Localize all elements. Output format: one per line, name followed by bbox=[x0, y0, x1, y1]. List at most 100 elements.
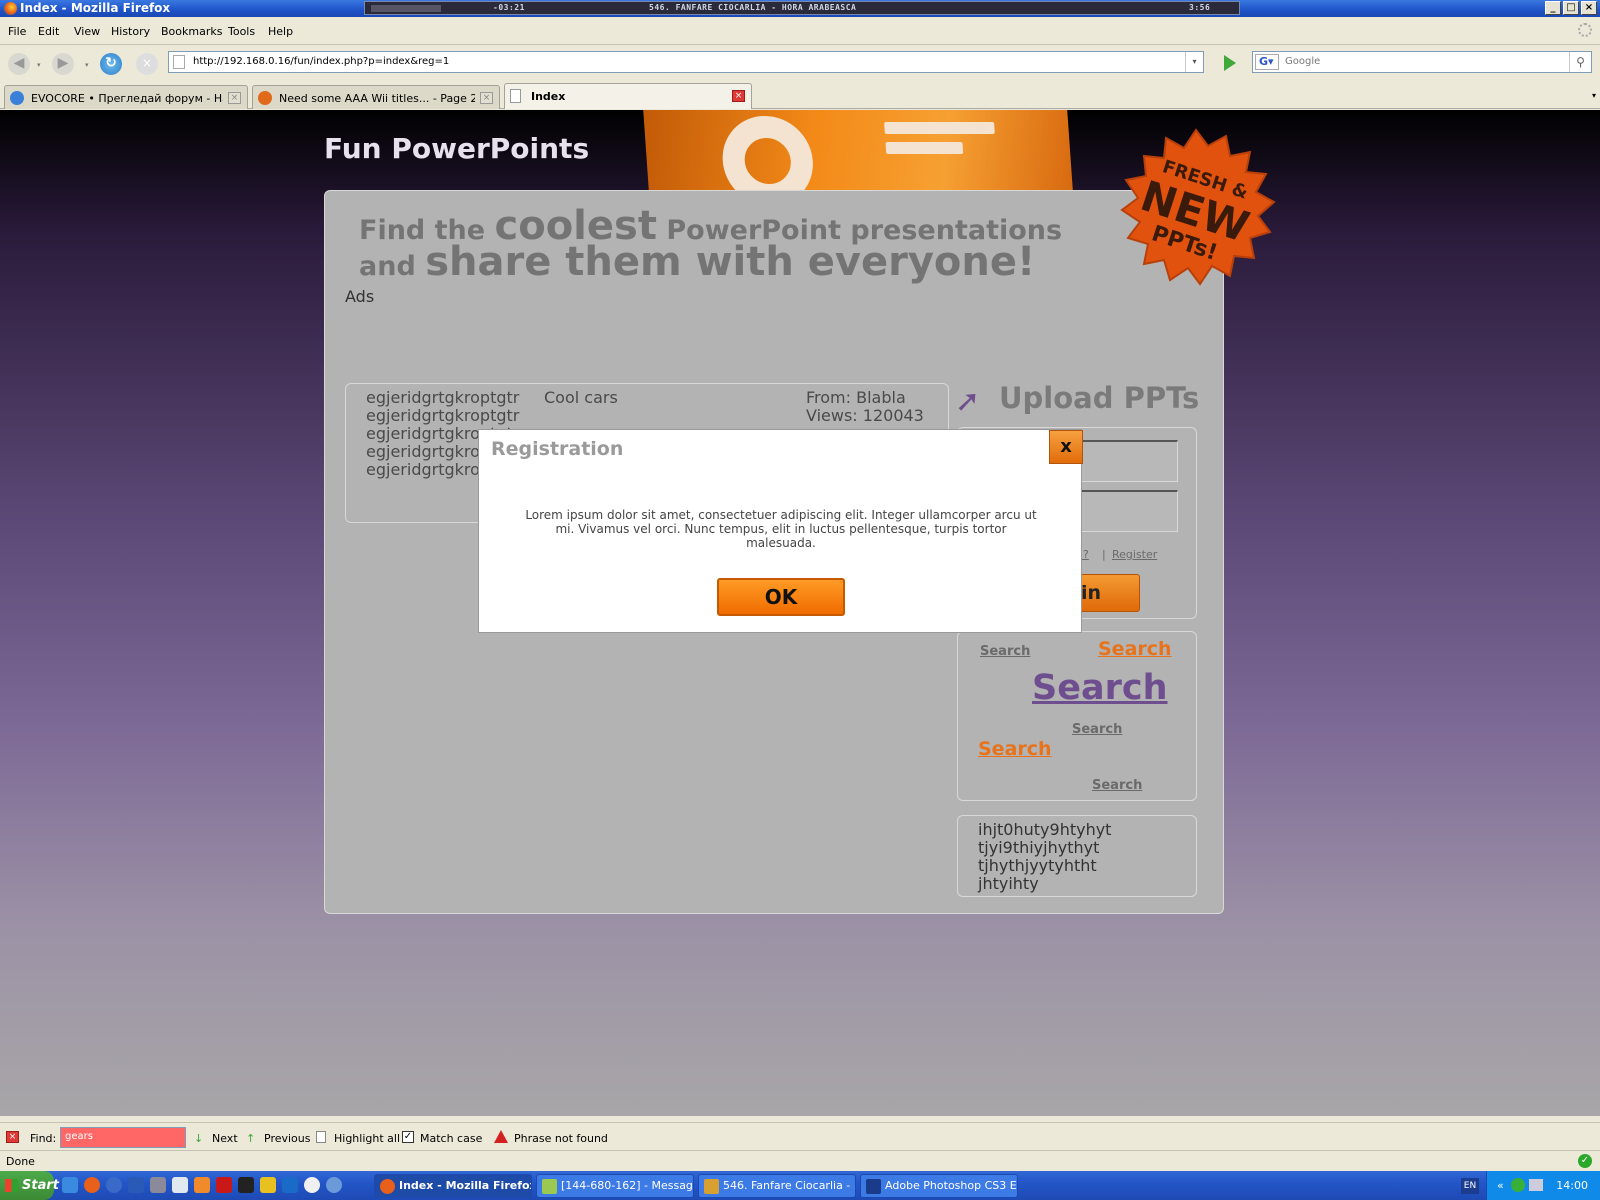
back-button[interactable]: ◀ bbox=[8, 53, 30, 75]
find-next-button[interactable]: Next bbox=[212, 1132, 238, 1145]
match-case-label[interactable]: Match case bbox=[420, 1132, 482, 1145]
menu-file[interactable]: File bbox=[8, 25, 26, 38]
tab-index[interactable]: Index × bbox=[504, 83, 752, 109]
search-bar[interactable]: G▾ Google ⚲ bbox=[1252, 51, 1592, 73]
url-text[interactable]: http://192.168.0.16/fun/index.php?p=inde… bbox=[193, 56, 449, 67]
status-bar: Done ✓ bbox=[0, 1150, 1600, 1171]
menu-tools[interactable]: Tools bbox=[228, 25, 255, 38]
app-icon[interactable] bbox=[194, 1177, 210, 1193]
pen-icon[interactable] bbox=[172, 1177, 188, 1193]
reload-button[interactable]: ↻ bbox=[100, 53, 122, 75]
next-arrow-icon: ↓ bbox=[194, 1132, 204, 1145]
forward-button[interactable]: ▶ bbox=[52, 53, 74, 75]
search-link[interactable]: Search bbox=[1098, 638, 1172, 660]
tag-item[interactable]: jhtyihty bbox=[978, 874, 1039, 893]
find-previous-button[interactable]: Previous bbox=[264, 1132, 311, 1145]
tagline-line-2: and share them with everyone! bbox=[359, 239, 1035, 285]
minimize-button[interactable]: _ bbox=[1545, 1, 1561, 15]
capture-icon[interactable] bbox=[238, 1177, 254, 1193]
maximize-button[interactable]: □ bbox=[1563, 1, 1579, 15]
go-arrow-icon[interactable] bbox=[1224, 55, 1236, 71]
word-icon[interactable] bbox=[128, 1177, 144, 1193]
find-label: Find: bbox=[30, 1132, 57, 1145]
tag-item[interactable]: tjhythjyytyhtht bbox=[978, 856, 1097, 875]
tool-icon[interactable] bbox=[260, 1177, 276, 1193]
banner-lines-shape bbox=[884, 122, 998, 176]
player-time: -03:21 bbox=[493, 3, 525, 12]
firefox-task-icon bbox=[380, 1179, 395, 1194]
url-bar[interactable]: http://192.168.0.16/fun/index.php?p=inde… bbox=[168, 51, 1204, 73]
highlight-all-button[interactable]: Highlight all bbox=[334, 1132, 400, 1145]
network-icon[interactable] bbox=[326, 1177, 342, 1193]
tray-expand-button[interactable]: « bbox=[1497, 1179, 1504, 1192]
tab-label: Index bbox=[531, 90, 566, 103]
task-firefox[interactable]: Index - Mozilla Firefox bbox=[374, 1174, 532, 1198]
window-titlebar[interactable]: Index - Mozilla Firefox -03:21 546. FANF… bbox=[0, 0, 1600, 17]
tab-close-icon[interactable]: × bbox=[732, 90, 745, 102]
menu-view[interactable]: View bbox=[74, 25, 100, 38]
search-link[interactable]: Search bbox=[1032, 668, 1168, 708]
menu-help[interactable]: Help bbox=[268, 25, 293, 38]
media-player-icon[interactable] bbox=[304, 1177, 320, 1193]
list-item[interactable]: egjeridgrtgkroptgtr bbox=[366, 388, 519, 407]
search-go-button[interactable]: ⚲ bbox=[1569, 52, 1591, 72]
browser-quicklaunch-icon[interactable] bbox=[106, 1177, 122, 1193]
match-case-checkbox[interactable]: ✓ bbox=[402, 1131, 414, 1143]
upload-title[interactable]: Upload PPTs bbox=[999, 381, 1199, 415]
registration-modal: Registration x Lorem ipsum dolor sit ame… bbox=[478, 429, 1083, 633]
tab-list-dropdown[interactable]: ▾ bbox=[1592, 91, 1596, 100]
menu-history[interactable]: History bbox=[111, 25, 150, 38]
ie-icon[interactable] bbox=[62, 1177, 78, 1193]
search-link[interactable]: Search bbox=[1072, 722, 1122, 737]
modal-close-button[interactable]: x bbox=[1049, 430, 1083, 464]
ok-button[interactable]: OK bbox=[717, 578, 845, 616]
register-link[interactable]: Register bbox=[1112, 548, 1157, 561]
search-link[interactable]: Search bbox=[1092, 778, 1142, 793]
tab-evocore[interactable]: EVOCORE • Прегледай форум - На п... × bbox=[4, 85, 248, 109]
back-history-dropdown[interactable]: ▾ bbox=[37, 61, 41, 69]
presentation-views: Views: 120043 bbox=[806, 406, 924, 425]
close-window-button[interactable]: × bbox=[1581, 1, 1597, 15]
volume-icon[interactable] bbox=[1529, 1179, 1543, 1191]
start-button[interactable]: Start bbox=[0, 1171, 59, 1200]
tag-item[interactable]: tjyi9thiyjhythyt bbox=[978, 838, 1099, 857]
language-indicator[interactable]: EN bbox=[1461, 1178, 1479, 1194]
flash-icon[interactable] bbox=[216, 1177, 232, 1193]
utility-icon[interactable] bbox=[282, 1177, 298, 1193]
password-field[interactable] bbox=[1068, 490, 1178, 532]
menu-bar: File Edit View History Bookmarks Tools H… bbox=[0, 17, 1600, 45]
find-input[interactable]: gears bbox=[60, 1127, 186, 1148]
find-status: Phrase not found bbox=[514, 1132, 608, 1145]
tab-wii-titles[interactable]: Need some AAA Wii titles... - Page 2 -..… bbox=[252, 85, 500, 109]
username-field[interactable] bbox=[1068, 440, 1178, 482]
highlight-icon bbox=[316, 1131, 326, 1143]
taskbar: Start Index - Mozilla Firefox [144-680-1… bbox=[0, 1171, 1600, 1200]
tray-app-icon[interactable] bbox=[1511, 1178, 1525, 1192]
search-input[interactable]: Google bbox=[1285, 56, 1320, 67]
search-link[interactable]: Search bbox=[978, 738, 1052, 760]
list-item[interactable]: egjeridgrtgkroptgtr bbox=[366, 406, 519, 425]
tab-close-icon[interactable]: × bbox=[480, 92, 493, 104]
tag-item[interactable]: ihjt0huty9htyhyt bbox=[978, 820, 1111, 839]
search-engine-selector[interactable]: G▾ bbox=[1255, 54, 1279, 70]
task-music[interactable]: 546. Fanfare Ciocarlia - ... bbox=[698, 1174, 856, 1198]
picture-viewer-icon[interactable] bbox=[150, 1177, 166, 1193]
music-task-icon bbox=[704, 1179, 719, 1194]
url-history-dropdown[interactable]: ▾ bbox=[1185, 52, 1203, 72]
forward-history-dropdown[interactable]: ▾ bbox=[85, 61, 89, 69]
stop-button[interactable]: × bbox=[136, 53, 158, 75]
firefox-quicklaunch-icon[interactable] bbox=[84, 1177, 100, 1193]
menu-edit[interactable]: Edit bbox=[38, 25, 59, 38]
findbar-close-icon[interactable]: × bbox=[6, 1131, 19, 1143]
media-player-bar[interactable]: -03:21 546. FANFARE CIOCARLIA - HORA ARA… bbox=[364, 1, 1240, 15]
task-messaging[interactable]: [144-680-162] - Messagi... bbox=[536, 1174, 694, 1198]
tab-close-icon[interactable]: × bbox=[228, 92, 241, 104]
site-logo[interactable]: Fun PowerPoints bbox=[324, 132, 589, 165]
tab-favicon-icon bbox=[510, 89, 521, 103]
tab-favicon-icon bbox=[258, 91, 272, 105]
search-link[interactable]: Search bbox=[980, 644, 1030, 659]
windows-logo-icon bbox=[5, 1179, 18, 1192]
player-seek-bar[interactable] bbox=[371, 5, 441, 12]
menu-bookmarks[interactable]: Bookmarks bbox=[161, 25, 222, 38]
task-photoshop[interactable]: Adobe Photoshop CS3 E... bbox=[860, 1174, 1018, 1198]
